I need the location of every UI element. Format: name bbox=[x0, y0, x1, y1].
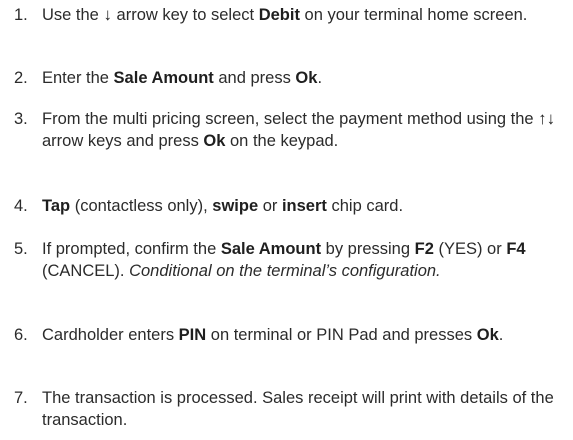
step-text-run: Enter the bbox=[42, 69, 114, 87]
instruction-steps-list: 1. Use the ↓ arrow key to select Debit o… bbox=[0, 0, 573, 440]
emphasis-text: swipe bbox=[212, 197, 259, 215]
step-number: 2. bbox=[14, 69, 28, 87]
step-text: If prompted, confirm the Sale Amount by … bbox=[42, 238, 567, 282]
note-text: Conditional on the terminal’s configurat… bbox=[129, 262, 441, 280]
step-text-run: . bbox=[317, 69, 323, 87]
step-text-run: arrow key to select bbox=[111, 6, 259, 24]
step-number: 3. bbox=[14, 110, 28, 128]
emphasis-text: Ok bbox=[476, 326, 499, 344]
step-text-run: Use the bbox=[42, 6, 104, 24]
step-number: 7. bbox=[14, 389, 28, 407]
step-text: Use the ↓ arrow key to select Debit on y… bbox=[42, 4, 567, 26]
emphasis-text: insert bbox=[281, 197, 327, 215]
emphasis-text: Debit bbox=[258, 6, 300, 24]
step-text-run: If prompted, confirm the bbox=[42, 240, 221, 258]
step-text-run: and press bbox=[213, 69, 296, 87]
step-text: From the multi pricing screen, select th… bbox=[42, 108, 567, 152]
step-text-run: by pressing bbox=[321, 240, 415, 258]
step-text-run: (YES) or bbox=[433, 240, 507, 258]
step-text: The transaction is processed. Sales rece… bbox=[42, 387, 567, 431]
step-number: 4. bbox=[14, 197, 28, 215]
step-number: 5. bbox=[14, 240, 28, 258]
step-number: 6. bbox=[14, 326, 28, 344]
step-text: Cardholder enters PIN on terminal or PIN… bbox=[42, 324, 567, 346]
step-number: 1. bbox=[14, 6, 28, 24]
step-text-run: Cardholder enters bbox=[42, 326, 179, 344]
emphasis-text: F4 bbox=[506, 240, 526, 258]
step-text-run: on your terminal home screen. bbox=[299, 6, 528, 24]
emphasis-text: Tap bbox=[42, 197, 71, 215]
emphasis-text: Sale Amount bbox=[113, 69, 214, 87]
step-text-run: The transaction is processed. Sales rece… bbox=[42, 389, 554, 429]
emphasis-text: F2 bbox=[414, 240, 434, 258]
step-text-run: From the multi pricing screen, select th… bbox=[42, 110, 539, 128]
step-text-run: on the keypad. bbox=[225, 132, 339, 150]
emphasis-text: Ok bbox=[295, 69, 318, 87]
step-text: Tap (contactless only), swipe or insert … bbox=[42, 195, 567, 217]
step-text-run: or bbox=[258, 197, 282, 215]
step-text-run: (CANCEL). bbox=[42, 262, 130, 280]
step-text-run: . bbox=[498, 326, 504, 344]
step-text: Enter the Sale Amount and press Ok. bbox=[42, 67, 567, 89]
up-down-arrow-icon: ↑↓ bbox=[538, 109, 556, 128]
step-text-run: arrow keys and press bbox=[42, 132, 204, 150]
step-text-run: on terminal or PIN Pad and presses bbox=[206, 326, 477, 344]
down-arrow-icon: ↓ bbox=[103, 5, 112, 24]
emphasis-text: Sale Amount bbox=[220, 240, 322, 258]
emphasis-text: Ok bbox=[203, 132, 226, 150]
step-text-run: chip card. bbox=[326, 197, 404, 215]
emphasis-text: PIN bbox=[178, 326, 207, 344]
step-text-run: (contactless only), bbox=[70, 197, 213, 215]
